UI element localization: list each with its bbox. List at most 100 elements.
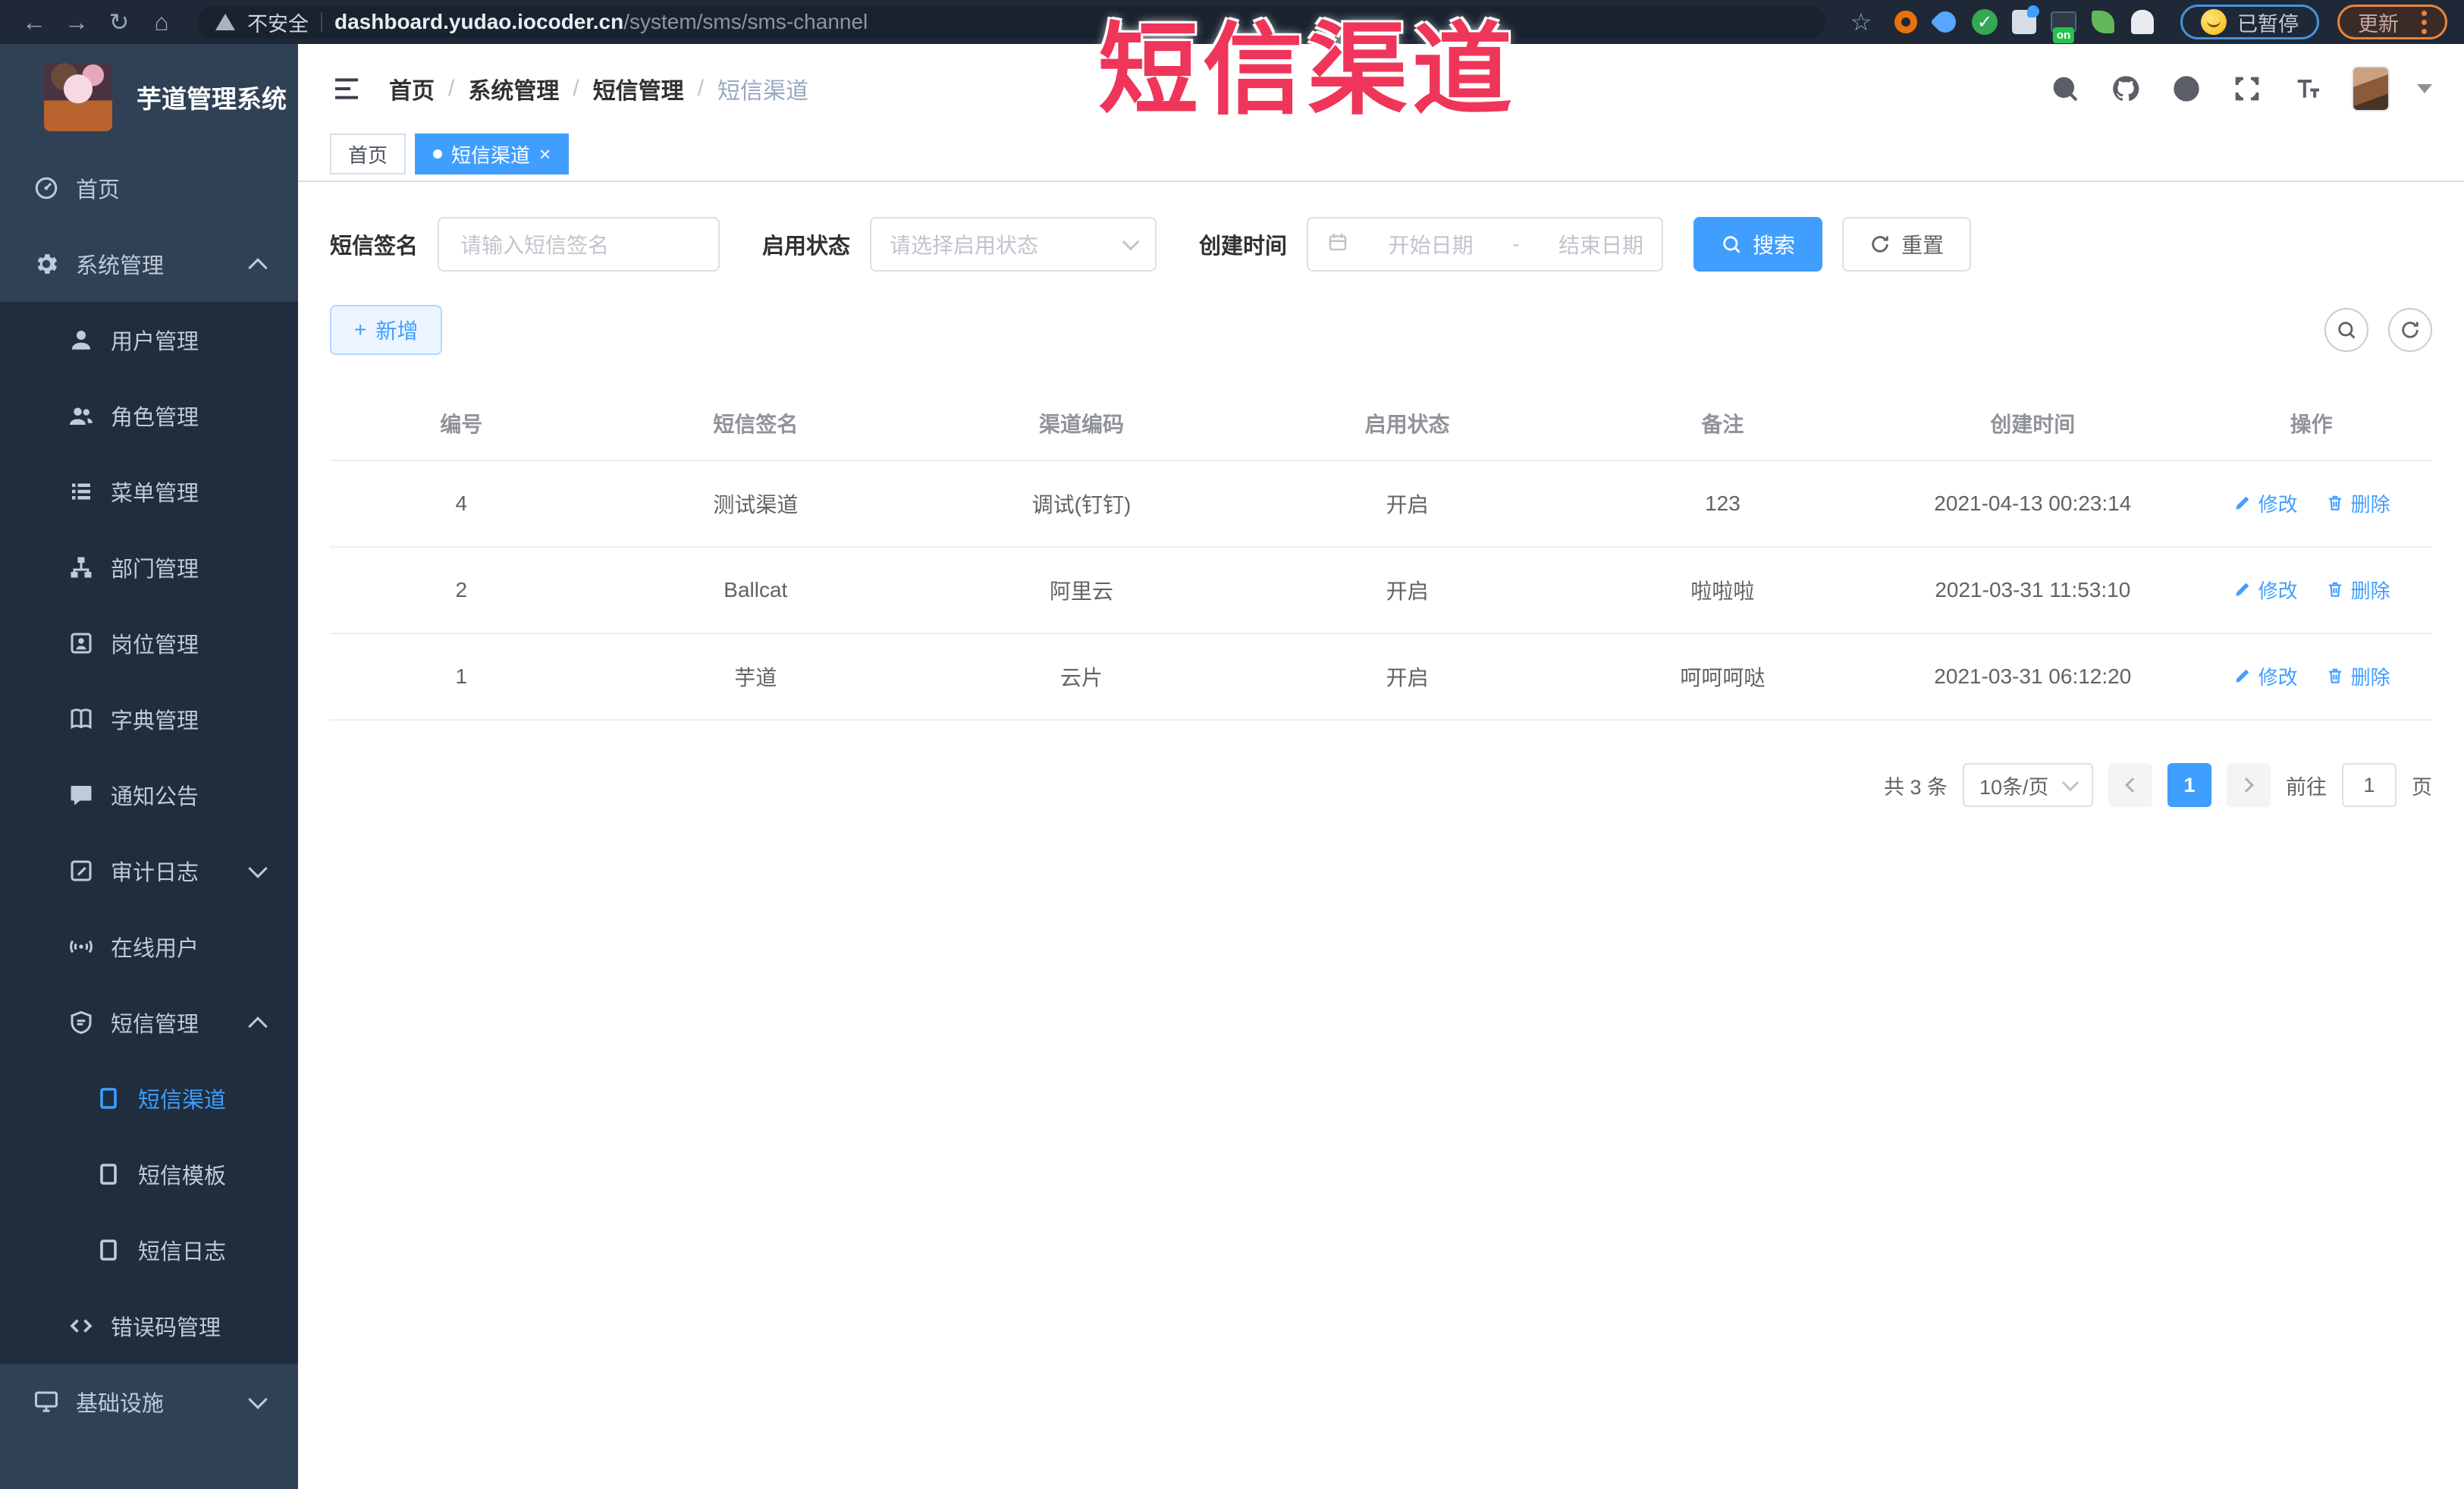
breadcrumb-item[interactable]: 首页 bbox=[389, 72, 435, 105]
cell-code: 云片 bbox=[918, 633, 1245, 721]
grid-blue-drop-extension-icon[interactable] bbox=[2010, 5, 2039, 36]
page-number-button[interactable]: 1 bbox=[2167, 763, 2211, 807]
add-button[interactable]: + 新增 bbox=[330, 305, 443, 355]
fullscreen-icon[interactable] bbox=[2230, 72, 2264, 105]
refresh-icon[interactable]: ↻ bbox=[102, 5, 137, 39]
browser-menu-icon[interactable] bbox=[2422, 10, 2427, 34]
header-actions bbox=[2048, 66, 2432, 112]
edit-link[interactable]: 修改 bbox=[2233, 489, 2298, 517]
green-check-extension-icon[interactable]: ✓ bbox=[1971, 8, 1998, 36]
home-icon[interactable]: ⌂ bbox=[144, 5, 179, 39]
prev-page-button[interactable] bbox=[2108, 763, 2152, 807]
status-label: 启用状态 bbox=[762, 234, 851, 259]
help-icon[interactable] bbox=[2170, 72, 2203, 105]
sidebar-item-label: 首页 bbox=[76, 178, 121, 203]
forward-icon[interactable]: → bbox=[59, 5, 94, 39]
home-icon bbox=[32, 174, 61, 203]
sidebar-item-短信渠道[interactable]: 短信渠道 bbox=[0, 1060, 298, 1136]
page-size-select[interactable]: 10条/页 bbox=[1963, 763, 2093, 807]
sidebar-item-岗位管理[interactable]: 岗位管理 bbox=[0, 605, 298, 681]
emoji-icon bbox=[2201, 9, 2227, 35]
delete-link[interactable]: 删除 bbox=[2325, 489, 2390, 517]
status-placeholder: 请选择启用状态 bbox=[890, 234, 1039, 257]
avatar[interactable] bbox=[2352, 66, 2390, 112]
refresh-table-button[interactable] bbox=[2388, 308, 2432, 352]
reset-button[interactable]: 重置 bbox=[1842, 217, 1972, 272]
screen-on-badge-extension-icon[interactable]: on bbox=[2050, 8, 2077, 43]
sidebar-item-角色管理[interactable]: 角色管理 bbox=[0, 378, 298, 454]
goto-page-input[interactable]: 1 bbox=[2342, 763, 2397, 807]
sidebar-item-菜单管理[interactable]: 菜单管理 bbox=[0, 454, 298, 529]
chevron-down-icon[interactable] bbox=[2417, 84, 2432, 93]
status-select[interactable]: 请选择启用状态 bbox=[870, 217, 1157, 272]
sidebar-item-在线用户[interactable]: 在线用户 bbox=[0, 909, 298, 985]
breadcrumb-item: 短信渠道 bbox=[717, 79, 809, 104]
chevron-down-icon bbox=[1122, 233, 1140, 251]
breadcrumb-item[interactable]: 系统管理 bbox=[468, 72, 559, 105]
tab-bar: 首页 短信渠道 × bbox=[298, 134, 2464, 182]
online-icon bbox=[67, 932, 96, 961]
sidebar-item-部门管理[interactable]: 部门管理 bbox=[0, 529, 298, 605]
monitor-icon bbox=[32, 1387, 61, 1416]
column-header: 启用状态 bbox=[1244, 387, 1571, 461]
sidebar-item-系统管理[interactable]: 系统管理 bbox=[0, 226, 298, 302]
sidebar-item-label: 在线用户 bbox=[111, 937, 199, 961]
sidebar-item-基础设施[interactable]: 基础设施 bbox=[0, 1364, 298, 1440]
cell-remark: 123 bbox=[1570, 460, 1875, 548]
paused-badge[interactable]: 已暂停 bbox=[2180, 5, 2319, 39]
table-row: 4 测试渠道 调试(钉钉) 开启 123 2021-04-13 00:23:14 修改 删除 bbox=[330, 460, 2432, 548]
toggle-search-button[interactable] bbox=[2324, 308, 2368, 352]
sidebar-item-通知公告[interactable]: 通知公告 bbox=[0, 757, 298, 833]
security-label[interactable]: 不安全 bbox=[247, 8, 309, 37]
main-area: 首页 / 系统管理 / 短信管理 / 短信渠道 首页 短信渠道 × 短信签名 请… bbox=[298, 44, 2464, 1489]
edit-link[interactable]: 修改 bbox=[2233, 662, 2298, 690]
sidebar-item-审计日志[interactable]: 审计日志 bbox=[0, 833, 298, 909]
sidebar-item-字典管理[interactable]: 字典管理 bbox=[0, 681, 298, 757]
sidebar-item-label: 字典管理 bbox=[111, 709, 199, 734]
app-logo-row[interactable]: 芋道管理系统 bbox=[0, 44, 298, 150]
orange-ring-extension-icon[interactable] bbox=[1892, 8, 1919, 36]
search-icon[interactable] bbox=[2048, 72, 2082, 105]
sidebar-item-label: 菜单管理 bbox=[111, 482, 199, 506]
delete-link[interactable]: 删除 bbox=[2325, 662, 2390, 690]
github-icon[interactable] bbox=[2109, 72, 2142, 105]
column-header: 创建时间 bbox=[1875, 387, 2191, 461]
green-leaf-extension-icon[interactable] bbox=[2089, 8, 2117, 36]
sidebar-menu: 首页系统管理用户管理角色管理菜单管理部门管理 岗位管理字典管理通知公告 审计日志在线… bbox=[0, 150, 298, 1440]
sidebar-item-用户管理[interactable]: 用户管理 bbox=[0, 302, 298, 378]
search-button[interactable]: 搜索 bbox=[1693, 217, 1823, 272]
add-button-label: 新增 bbox=[375, 319, 419, 343]
sidebar-item-错误码管理[interactable]: 错误码管理 bbox=[0, 1288, 298, 1364]
sidebar-item-短信日志[interactable]: 短信日志 bbox=[0, 1212, 298, 1288]
back-icon[interactable]: ← bbox=[17, 5, 52, 39]
sidebar-item-首页[interactable]: 首页 bbox=[0, 150, 298, 226]
breadcrumb-item[interactable]: 短信管理 bbox=[593, 72, 684, 105]
search-icon bbox=[1723, 236, 1740, 253]
sidebar-toggle-icon[interactable] bbox=[330, 72, 363, 105]
blue-drop-extension-icon[interactable] bbox=[1930, 7, 1960, 37]
url-text[interactable]: dashboard.yudao.iocoder.cn/system/sms/sm… bbox=[334, 10, 868, 34]
signature-input[interactable]: 请输入短信签名 bbox=[438, 217, 720, 272]
white-ghost-extension-icon[interactable] bbox=[2129, 8, 2156, 36]
bookmark-star-icon[interactable]: ☆ bbox=[1844, 5, 1879, 39]
next-page-button[interactable] bbox=[2227, 763, 2271, 807]
chevron-up-icon bbox=[248, 258, 268, 278]
sms-icon bbox=[67, 1008, 96, 1037]
page-size-value: 10条/页 bbox=[1979, 775, 2049, 799]
edit-link[interactable]: 修改 bbox=[2233, 576, 2298, 604]
column-header: 渠道编码 bbox=[918, 387, 1245, 461]
cell-id: 1 bbox=[330, 633, 593, 721]
sidebar-item-label: 基础设施 bbox=[76, 1392, 165, 1416]
delete-link[interactable]: 删除 bbox=[2325, 576, 2390, 604]
tab-短信渠道[interactable]: 短信渠道 × bbox=[415, 134, 570, 174]
sidebar-item-短信管理[interactable]: 短信管理 bbox=[0, 985, 298, 1060]
address-bar[interactable]: 不安全 dashboard.yudao.iocoder.cn/system/sm… bbox=[197, 5, 1825, 39]
font-size-icon[interactable] bbox=[2291, 72, 2324, 105]
sidebar-item-短信模板[interactable]: 短信模板 bbox=[0, 1136, 298, 1212]
tab-首页[interactable]: 首页 bbox=[330, 134, 406, 174]
browser-update-button[interactable]: 更新 bbox=[2337, 5, 2447, 39]
cell-created: 2021-03-31 06:12:20 bbox=[1875, 633, 2191, 721]
close-icon[interactable]: × bbox=[539, 144, 551, 164]
date-range-picker[interactable]: 开始日期 - 结束日期 bbox=[1307, 217, 1664, 272]
sidebar-item-label: 用户管理 bbox=[111, 330, 199, 354]
